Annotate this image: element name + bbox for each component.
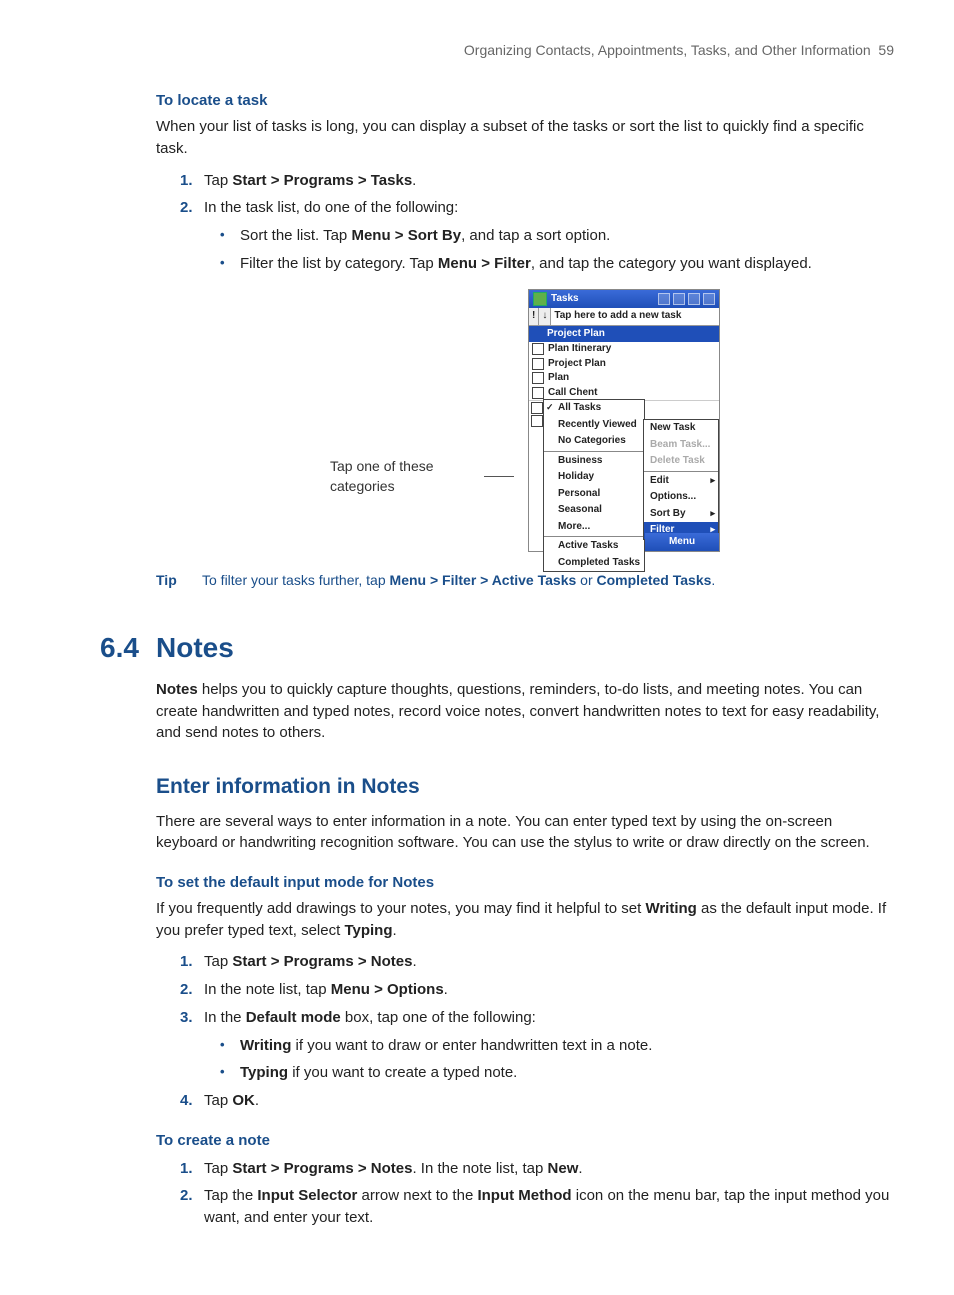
step-1: 1. Tap Start > Programs > Tasks. xyxy=(180,170,894,192)
bullet-icon: • xyxy=(220,253,240,275)
checkbox-icon[interactable] xyxy=(532,387,544,399)
menu-item-new-task[interactable]: New Task xyxy=(644,420,718,437)
main-menu: New Task Beam Task... Delete Task Edit O… xyxy=(643,419,719,540)
menu-item-completed-tasks[interactable]: Completed Tasks xyxy=(544,555,644,572)
softkey-menu[interactable]: Menu xyxy=(645,533,719,552)
mode-step-4: 4. Tap OK. xyxy=(180,1090,894,1112)
menu-item-seasonal[interactable]: Seasonal xyxy=(544,502,644,519)
mode-bullet-writing: • Writing if you want to draw or enter h… xyxy=(220,1035,894,1057)
menu-item-active-tasks[interactable]: Active Tasks xyxy=(544,538,644,555)
window-titlebar: Tasks xyxy=(529,290,719,309)
bullet-sort: • Sort the list. Tap Menu > Sort By, and… xyxy=(220,225,894,247)
heading-locate-task: To locate a task xyxy=(156,90,894,112)
menu-item-no-categories[interactable]: No Categories xyxy=(544,433,644,450)
checkbox-icon[interactable] xyxy=(532,372,544,384)
menu-item-personal[interactable]: Personal xyxy=(544,486,644,503)
section-heading: 6.4 Notes xyxy=(100,628,894,669)
notes-intro: Notes helps you to quickly capture thoug… xyxy=(156,679,894,744)
checkbox-icon[interactable] xyxy=(532,358,544,370)
section-title: Notes xyxy=(156,628,234,669)
step-number: 1. xyxy=(180,170,204,192)
menu-item-options[interactable]: Options... xyxy=(644,489,718,506)
page-header: Organizing Contacts, Appointments, Tasks… xyxy=(100,40,894,60)
menu-item-edit[interactable]: Edit xyxy=(644,473,718,490)
mode-step-2: 2. In the note list, tap Menu > Options. xyxy=(180,979,894,1001)
task-row[interactable]: Plan xyxy=(529,371,719,386)
heading-default-input-mode: To set the default input mode for Notes xyxy=(156,872,894,894)
heading-create-note: To create a note xyxy=(156,1130,894,1152)
create-step-2: 2. Tap the Input Selector arrow next to … xyxy=(180,1185,894,1229)
figure-caption: Tap one of these categories xyxy=(330,456,470,497)
create-step-1: 1. Tap Start > Programs > Notes. In the … xyxy=(180,1158,894,1180)
status-tray xyxy=(658,293,715,305)
tip-block: Tip To filter your tasks further, tap Me… xyxy=(156,570,894,590)
task-row[interactable]: Project Plan xyxy=(529,357,719,372)
signal-icon[interactable] xyxy=(673,293,685,305)
bullet-icon: • xyxy=(220,225,240,247)
menu-item-holiday[interactable]: Holiday xyxy=(544,469,644,486)
new-task-input[interactable]: Tap here to add a new task xyxy=(551,308,719,325)
bullet-filter: • Filter the list by category. Tap Menu … xyxy=(220,253,894,275)
menu-item-beam-task: Beam Task... xyxy=(644,437,718,454)
window-title: Tasks xyxy=(551,292,579,307)
menu-item-business[interactable]: Business xyxy=(544,453,644,470)
section-number: 6.4 xyxy=(100,628,156,669)
device-frame: Tasks ! ↓ Tap here to add a new task Pro… xyxy=(528,289,720,553)
menu-item-sort-by[interactable]: Sort By xyxy=(644,506,718,523)
locate-task-intro: When your list of tasks is long, you can… xyxy=(156,116,894,160)
task-row[interactable]: Plan Itinerary xyxy=(529,342,719,357)
checkbox-icon[interactable] xyxy=(532,343,544,355)
tip-label: Tip xyxy=(156,570,202,590)
sort-icon[interactable]: ↓ xyxy=(539,308,551,325)
page-number: 59 xyxy=(878,42,894,58)
default-mode-text: If you frequently add drawings to your n… xyxy=(156,898,894,942)
figure-tasks-screenshot: Tap one of these categories Tasks ! ↓ Ta… xyxy=(156,289,894,553)
filter-submenu: All Tasks Recently Viewed No Categories … xyxy=(543,399,645,572)
close-icon[interactable] xyxy=(703,293,715,305)
enter-info-text: There are several ways to enter informat… xyxy=(156,811,894,855)
new-task-entry[interactable]: ! ↓ Tap here to add a new task xyxy=(529,308,719,326)
connectivity-icon[interactable] xyxy=(658,293,670,305)
heading-enter-info: Enter information in Notes xyxy=(156,772,894,802)
menu-area: All Tasks Recently Viewed No Categories … xyxy=(529,401,719,551)
chapter-title: Organizing Contacts, Appointments, Tasks… xyxy=(464,42,871,58)
mode-step-3: 3. In the Default mode box, tap one of t… xyxy=(180,1007,894,1029)
task-selected[interactable]: Project Plan xyxy=(529,326,719,343)
start-icon[interactable] xyxy=(533,292,547,306)
menu-item-more[interactable]: More... xyxy=(544,519,644,536)
step-number: 2. xyxy=(180,197,204,219)
menu-item-all-tasks[interactable]: All Tasks xyxy=(544,400,644,417)
mode-step-1: 1. Tap Start > Programs > Notes. xyxy=(180,951,894,973)
volume-icon[interactable] xyxy=(688,293,700,305)
menu-item-delete-task: Delete Task xyxy=(644,453,718,470)
step-2: 2. In the task list, do one of the follo… xyxy=(180,197,894,219)
callout-line xyxy=(484,476,514,477)
mode-bullet-typing: • Typing if you want to create a typed n… xyxy=(220,1062,894,1084)
menu-item-recently-viewed[interactable]: Recently Viewed xyxy=(544,417,644,434)
priority-icon[interactable]: ! xyxy=(529,308,539,325)
